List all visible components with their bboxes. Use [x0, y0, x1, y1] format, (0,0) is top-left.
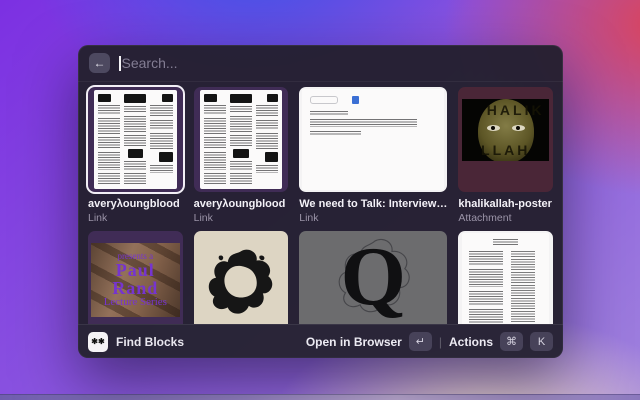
- q-glyph: Q: [341, 231, 406, 324]
- back-button[interactable]: ←: [89, 53, 110, 73]
- raycast-window: ← averyλoungbloo: [78, 45, 563, 358]
- result-title: averyλoungblood: [88, 198, 183, 210]
- action-bar: ✱✱ Find Blocks Open in Browser ↵ | Actio…: [78, 324, 563, 358]
- result-thumbnail-q-letter[interactable]: Q: [299, 231, 447, 324]
- result-subtitle: Link: [299, 212, 447, 224]
- text-caret: [119, 56, 121, 71]
- action-shortcuts: Open in Browser ↵ | Actions ⌘ K: [306, 332, 553, 351]
- result-title: We need to Talk: Interview…: [299, 198, 447, 210]
- result-item: Q: [299, 231, 447, 324]
- document-art: [200, 90, 283, 189]
- return-key-badge: ↵: [409, 332, 432, 351]
- paul-rand-line4: Lecture Series: [104, 297, 167, 308]
- result-thumbnail-document-2[interactable]: [194, 87, 289, 192]
- result-item: averyλoungblood Link: [194, 87, 289, 224]
- result-title: averyλoungblood: [194, 198, 289, 210]
- command-key-badge: ⌘: [500, 332, 523, 351]
- paul-rand-art: presents a Paul Rand Lecture Series: [91, 243, 180, 317]
- ink-blob-art: [202, 242, 280, 325]
- command-info: ✱✱ Find Blocks: [88, 332, 184, 352]
- arena-extension-icon: ✱✱: [88, 332, 108, 352]
- search-field-wrap: [119, 55, 552, 71]
- result-item: We need to Talk: Interview… Link: [299, 87, 447, 224]
- paul-rand-line2: Paul: [116, 261, 155, 279]
- result-subtitle: Link: [194, 212, 289, 224]
- result-subtitle: Link: [88, 212, 183, 224]
- footer-divider: |: [439, 335, 442, 349]
- result-title: khalikallah-poster: [458, 198, 553, 210]
- desktop-background: ← averyλoungbloo: [0, 0, 640, 400]
- results-content: averyλoungblood Link averyλoungblood Lin…: [78, 82, 563, 324]
- result-thumbnail-text-document[interactable]: [458, 231, 553, 324]
- command-label: Find Blocks: [116, 335, 184, 349]
- poster-text-line1: HALIK: [462, 102, 549, 118]
- result-item: [194, 231, 289, 324]
- desktop-floor-strip: [0, 394, 640, 400]
- webpage-art: [302, 89, 444, 190]
- result-thumbnail-webpage[interactable]: [299, 87, 447, 192]
- khalik-allah-poster-art: HALIK LLAH: [462, 99, 549, 161]
- two-column-document-art: [462, 233, 549, 324]
- result-item: averyλoungblood Link: [88, 87, 183, 224]
- result-thumbnail-blob-ring[interactable]: [194, 231, 289, 324]
- poster-text-line2: LLAH: [462, 142, 549, 158]
- result-thumbnail-document-1[interactable]: [88, 87, 183, 192]
- result-subtitle: Attachment: [458, 212, 553, 224]
- results-grid: averyλoungblood Link averyλoungblood Lin…: [88, 87, 553, 324]
- document-art: [94, 90, 177, 189]
- result-item: HALIK LLAH khalikallah-poster Attachment: [458, 87, 553, 224]
- k-key-badge: K: [530, 332, 553, 351]
- back-arrow-icon: ←: [94, 56, 106, 70]
- result-item: [458, 231, 553, 324]
- search-bar: ←: [78, 45, 563, 82]
- search-input[interactable]: [122, 55, 553, 71]
- result-thumbnail-paul-rand[interactable]: presents a Paul Rand Lecture Series: [88, 231, 183, 324]
- result-thumbnail-poster[interactable]: HALIK LLAH: [458, 87, 553, 192]
- actions-menu-button[interactable]: Actions: [449, 335, 493, 349]
- result-item: presents a Paul Rand Lecture Series: [88, 231, 183, 324]
- paul-rand-line3: Rand: [112, 279, 158, 297]
- open-in-browser-action[interactable]: Open in Browser: [306, 335, 402, 349]
